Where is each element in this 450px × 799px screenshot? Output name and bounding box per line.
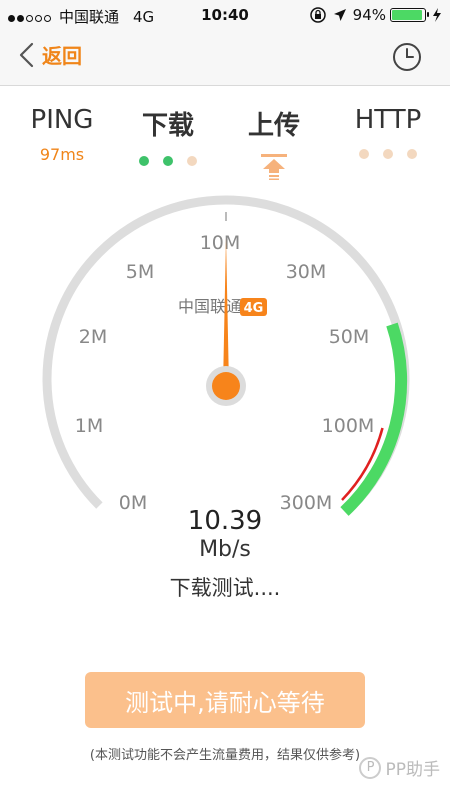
clock-icon	[393, 43, 421, 71]
nav-bar: 返回	[0, 30, 450, 86]
tab-ping-label: PING	[30, 105, 94, 135]
test-status-text: 下载测试....	[169, 576, 281, 600]
status-bar: 中国联通 4G 10:40 94%	[0, 0, 450, 30]
gauge-label-30m: 30M	[286, 261, 327, 283]
gauge-label-5m: 5M	[126, 261, 154, 283]
gauge-label-1m: 1M	[75, 415, 103, 437]
tab-download-label: 下载	[141, 111, 194, 141]
pp-logo-icon: P	[359, 756, 382, 779]
http-progress-dots	[328, 149, 448, 159]
tab-http[interactable]: HTTP	[328, 105, 448, 159]
tab-upload-label: 上传	[247, 111, 300, 141]
battery-icon	[390, 8, 429, 22]
location-icon	[333, 9, 346, 21]
gauge-hub	[212, 372, 240, 400]
network-badge-text: 4G	[244, 301, 264, 316]
upload-icon	[214, 154, 334, 184]
pp-watermark: P PP助手	[359, 755, 440, 780]
history-button[interactable]	[392, 42, 422, 76]
gauge-label-10m: 10M	[200, 232, 241, 254]
chevron-left-icon	[19, 42, 34, 67]
testing-wait-button[interactable]: 测试中,请耐心等待	[85, 672, 365, 728]
back-label: 返回	[42, 44, 82, 68]
download-progress-dots	[108, 156, 228, 166]
speed-value: 10.39	[187, 506, 263, 536]
status-right: 94%	[309, 6, 442, 24]
rotation-lock-icon	[309, 7, 326, 23]
gauge-label-50m: 50M	[329, 326, 370, 348]
tab-download[interactable]: 下载	[108, 105, 228, 166]
speed-unit: Mb/s	[199, 537, 251, 562]
gauge-label-100m: 100M	[322, 415, 375, 437]
tab-upload[interactable]: 上传	[214, 105, 334, 184]
testing-wait-label: 测试中,请耐心等待	[125, 688, 325, 717]
charging-icon	[433, 8, 441, 22]
gauge-carrier-label: 中国联通	[178, 297, 242, 316]
watermark-text: PP助手	[385, 760, 440, 780]
speed-gauge: 0M 1M 2M 5M 10M 30M 50M 100M 300M 中国联通 4…	[42, 195, 410, 516]
gauge-label-2m: 2M	[79, 326, 107, 348]
test-tabs: PING 97ms 下载 上传 HTTP	[0, 105, 450, 185]
battery-percent: 94%	[352, 6, 386, 24]
back-button[interactable]: 返回	[18, 40, 82, 69]
tab-http-label: HTTP	[354, 105, 422, 135]
ping-value: 97ms	[39, 145, 85, 164]
tab-ping[interactable]: PING 97ms	[2, 105, 122, 164]
